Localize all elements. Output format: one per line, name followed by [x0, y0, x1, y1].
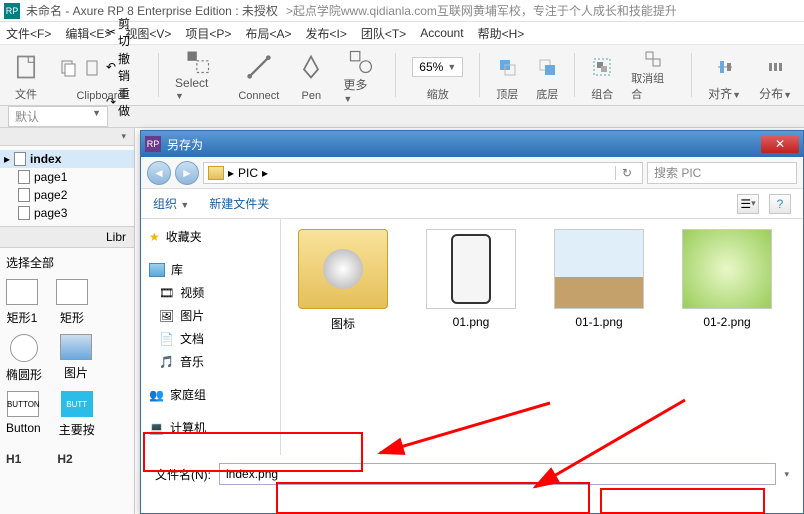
dialog-title: 另存为 — [167, 136, 203, 153]
tree-page3[interactable]: page3 — [0, 204, 134, 222]
side-music[interactable]: 🎵 音乐 — [141, 350, 280, 373]
tool-zoom: 65%▼ 缩放 — [406, 46, 469, 104]
shape-h1[interactable]: H1 — [6, 452, 21, 466]
dialog-toolbar: 组织 ▼ 新建文件夹 ☰▾ ? — [141, 189, 803, 219]
style-combo[interactable]: 默认 ▼ — [8, 106, 108, 127]
zoom-input[interactable]: 65%▼ — [412, 57, 463, 77]
shape-ellipse[interactable]: 椭圆形 — [6, 334, 42, 383]
tree-page2[interactable]: page2 — [0, 186, 134, 204]
nav-forward-button[interactable]: ► — [175, 161, 199, 185]
window-subtitle: >起点学院www.qidianla.com互联网黄埔军校，专注于个人成长和技能提… — [286, 2, 677, 19]
search-input[interactable]: 搜索 PIC — [647, 162, 797, 184]
window-title: 未命名 - Axure RP 8 Enterprise Edition : 未授… — [26, 2, 278, 19]
filename-dropdown[interactable]: ▾ — [784, 469, 789, 480]
shape-image[interactable]: 图片 — [60, 334, 92, 383]
menu-account[interactable]: Account — [420, 26, 463, 40]
file-folder-icons[interactable]: 图标 — [293, 229, 393, 332]
menu-publish[interactable]: 发布<I> — [305, 25, 346, 42]
help-button[interactable]: ? — [769, 194, 791, 214]
tool-select[interactable]: Select ▼ — [169, 46, 226, 104]
dialog-sidebar: ★收藏夹 库 🎞 视频 🖼 图片 📄 文档 🎵 音乐 👥 家庭组 💻 计算机 — [141, 219, 281, 455]
shape-rect1[interactable]: 矩形1 — [6, 279, 38, 326]
close-button[interactable]: ✕ — [761, 135, 799, 153]
align-icon — [715, 57, 735, 77]
star-icon: ★ — [149, 230, 160, 244]
menu-project[interactable]: 项目<P> — [185, 25, 231, 42]
tool-group-file: 文件 — [6, 46, 46, 104]
tool-bottom[interactable]: 底层 — [530, 46, 564, 104]
library-icon — [149, 263, 165, 277]
tool-group-btn[interactable]: 组合 — [585, 46, 619, 104]
nav-back-button[interactable]: ◄ — [147, 161, 171, 185]
tool-ungroup[interactable]: 取消组合 — [625, 46, 681, 104]
side-computer[interactable]: 💻 计算机 — [141, 416, 280, 439]
file-01-2[interactable]: 01-2.png — [677, 229, 777, 329]
tree-root[interactable]: ▸ index — [0, 150, 134, 168]
dialog-nav: ◄ ► ▸ PIC ▸ ↻ 搜索 PIC — [141, 157, 803, 189]
organize-menu[interactable]: 组织 ▼ — [153, 195, 189, 212]
tool-top[interactable]: 顶层 — [490, 46, 524, 104]
tool-align[interactable]: 对齐▼ — [702, 46, 747, 104]
menu-arrange[interactable]: 布局<A> — [245, 25, 291, 42]
main-toolbar: 文件 ✂ 剪切 ↶ 撤销 ↷ 重做 Clipboard Select ▼ Con… — [0, 44, 804, 106]
refresh-icon[interactable]: ↻ — [615, 166, 638, 180]
side-libraries[interactable]: 库 — [141, 258, 280, 281]
tool-more[interactable]: 更多 ▼ — [337, 46, 385, 104]
ungroup-icon — [643, 49, 663, 69]
distribute-icon — [766, 57, 786, 77]
group-icon — [592, 57, 612, 77]
pen-icon — [297, 53, 325, 81]
tool-connect[interactable]: Connect — [232, 46, 285, 104]
filename-label: 文件名(N): — [155, 466, 211, 483]
side-pictures[interactable]: 🖼 图片 — [141, 304, 280, 327]
file-list: 图标 01.png 01-1.png 01-2.png — [281, 219, 803, 455]
side-videos[interactable]: 🎞 视频 — [141, 281, 280, 304]
menu-help[interactable]: 帮助<H> — [478, 25, 525, 42]
undo-label[interactable]: ↶ 撤销 — [106, 50, 142, 84]
new-file-icon[interactable] — [12, 53, 40, 81]
copy-icon[interactable] — [58, 57, 78, 77]
side-documents[interactable]: 📄 文档 — [141, 327, 280, 350]
left-panel: ▾ ▸ index page1 page2 page3 Libr 选择全部 矩形… — [0, 128, 135, 514]
paste-icon[interactable] — [82, 57, 102, 77]
select-all-link[interactable]: 选择全部 — [6, 254, 128, 271]
menu-edit[interactable]: 编辑<E> — [65, 25, 111, 42]
filename-input[interactable] — [219, 463, 776, 485]
tool-pen[interactable]: Pen — [291, 46, 331, 104]
page-tree: ▸ index page1 page2 page3 — [0, 146, 134, 226]
pages-header: ▾ — [0, 128, 134, 146]
select-icon — [184, 48, 212, 76]
connect-icon — [245, 53, 273, 81]
new-folder-button[interactable]: 新建文件夹 — [209, 195, 269, 212]
side-homegroup[interactable]: 👥 家庭组 — [141, 383, 280, 406]
file-01[interactable]: 01.png — [421, 229, 521, 329]
bring-front-icon — [497, 57, 517, 77]
dialog-icon: RP — [145, 136, 161, 152]
shape-button[interactable]: BUTTONButton — [6, 391, 41, 438]
tree-page1[interactable]: page1 — [0, 168, 134, 186]
library-header: Libr — [0, 226, 134, 248]
tool-group-clipboard: ✂ 剪切 ↶ 撤销 ↷ 重做 Clipboard — [52, 46, 148, 104]
folder-icon — [208, 166, 224, 180]
shapes-icon — [347, 48, 375, 76]
send-back-icon — [537, 57, 557, 77]
save-as-dialog: RP 另存为 ✕ ◄ ► ▸ PIC ▸ ↻ 搜索 PIC 组织 ▼ 新建文件夹 … — [140, 130, 804, 514]
shape-primary-button[interactable]: BUTT主要按 — [59, 391, 95, 438]
side-favorites[interactable]: ★收藏夹 — [141, 225, 280, 248]
shape-rect[interactable]: 矩形 — [56, 279, 88, 326]
dialog-titlebar: RP 另存为 ✕ — [141, 131, 803, 157]
menu-team[interactable]: 团队<T> — [361, 25, 406, 42]
file-01-1[interactable]: 01-1.png — [549, 229, 649, 329]
tool-distribute[interactable]: 分布▼ — [753, 46, 798, 104]
cut-label[interactable]: ✂ 剪切 — [106, 15, 142, 49]
menu-file[interactable]: 文件<F> — [6, 25, 51, 42]
shape-h2[interactable]: H2 — [57, 452, 72, 466]
address-bar[interactable]: ▸ PIC ▸ ↻ — [203, 162, 643, 184]
dialog-footer: 文件名(N): ▾ — [141, 455, 803, 493]
app-icon: RP — [4, 3, 20, 19]
view-button[interactable]: ☰▾ — [737, 194, 759, 214]
